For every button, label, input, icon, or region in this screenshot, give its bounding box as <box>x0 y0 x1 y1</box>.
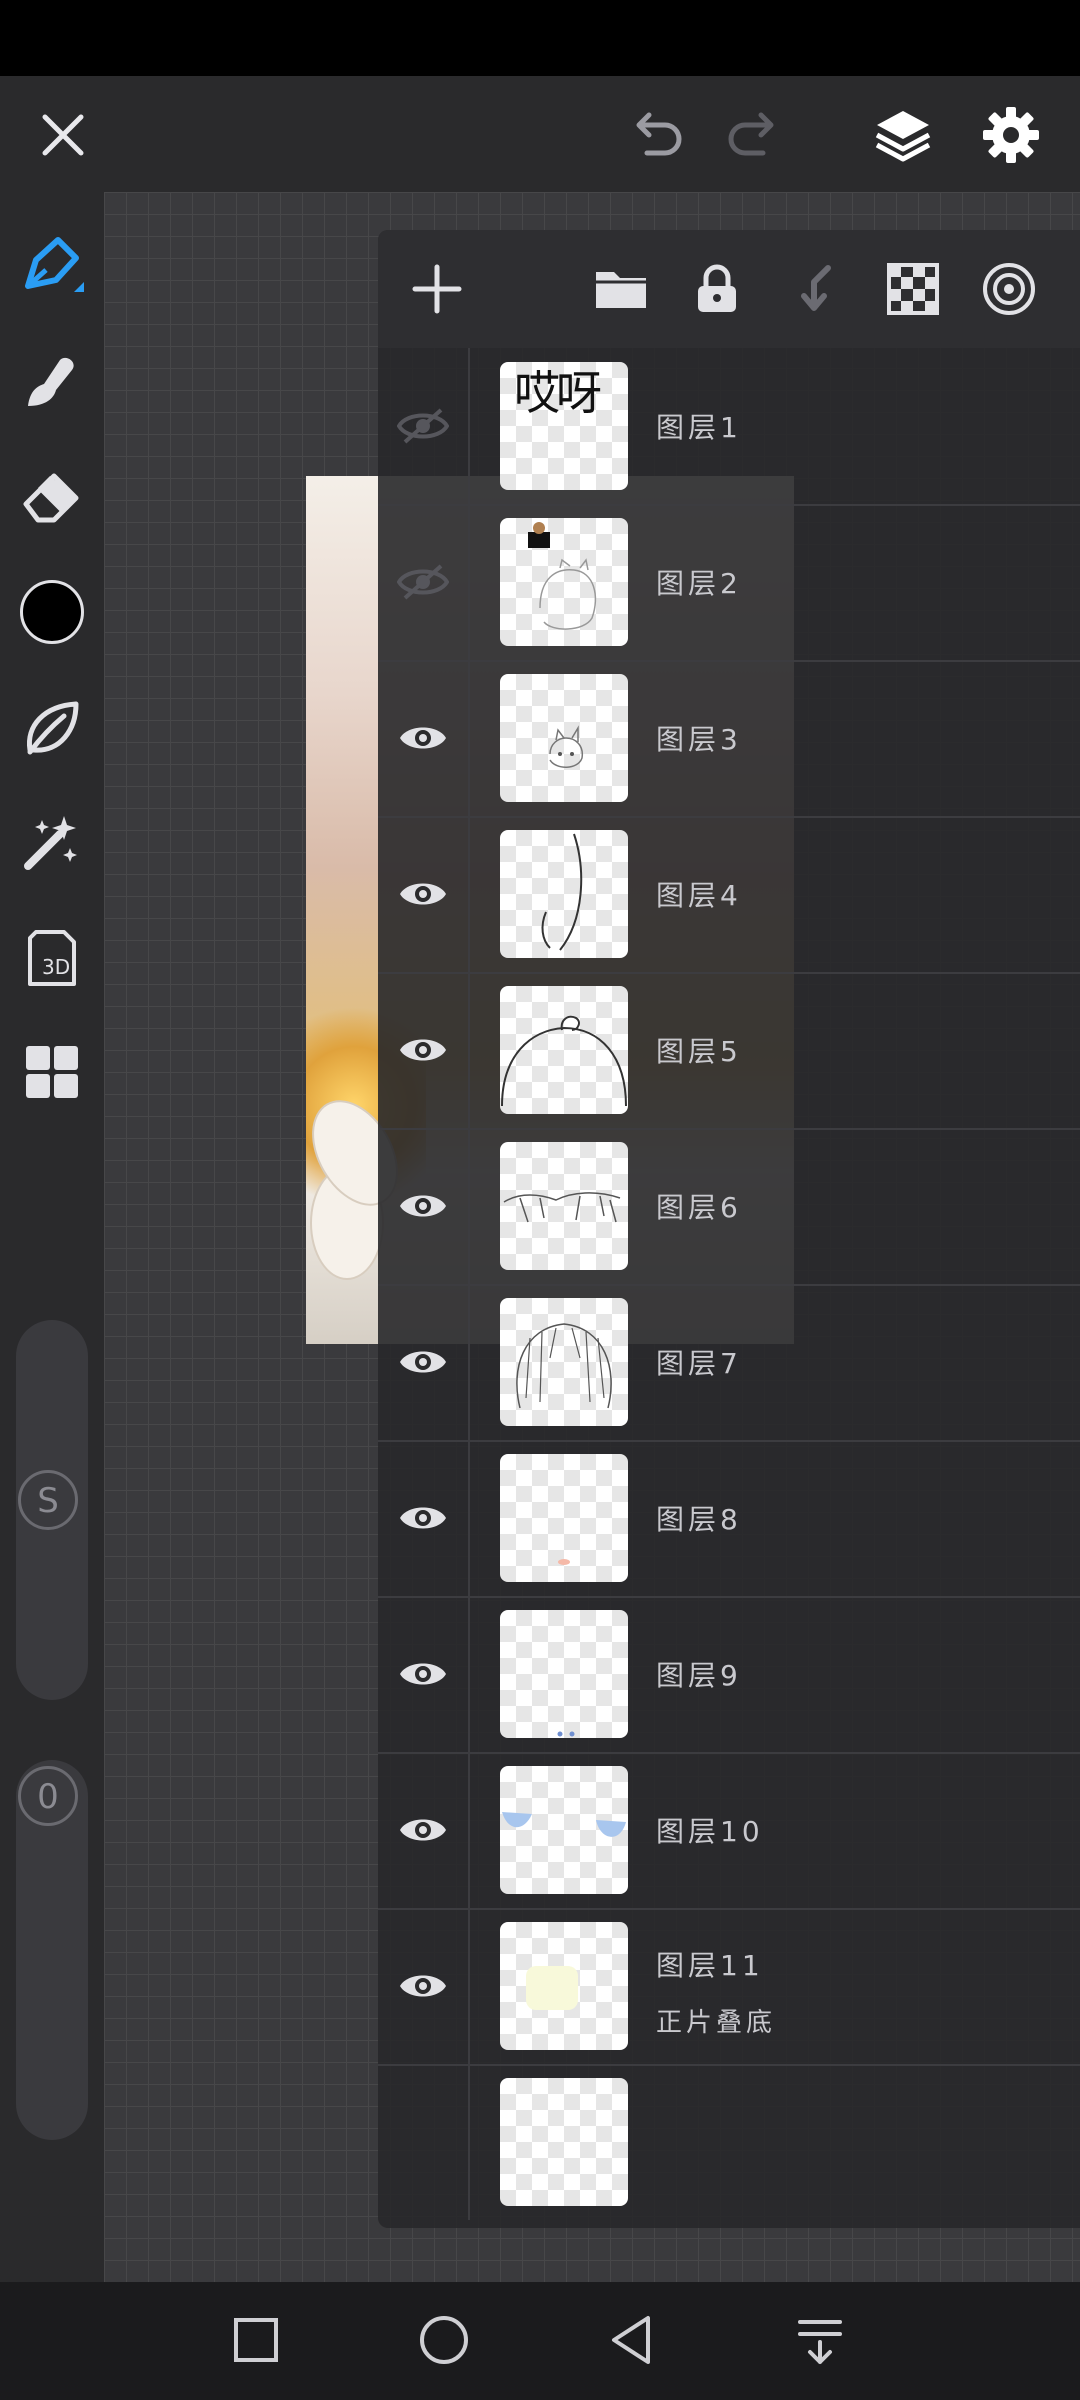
layer-thumbnail <box>500 830 628 958</box>
leaf-brush-icon[interactable] <box>14 690 90 766</box>
transparency-checker-icon[interactable] <box>880 256 946 322</box>
layer-name: 图层6 <box>656 1191 742 1224</box>
lock-icon[interactable] <box>684 256 750 322</box>
layer-row[interactable]: 图层3 <box>378 660 1080 818</box>
visibility-toggle[interactable] <box>378 1908 470 2064</box>
3d-icon[interactable]: 3D <box>14 920 90 996</box>
eye-hidden-icon <box>397 564 449 600</box>
size-badge: S <box>18 1470 78 1530</box>
layer-thumbnail <box>500 1922 628 2050</box>
eraser-icon[interactable] <box>14 458 90 534</box>
visibility-toggle[interactable] <box>378 1128 470 1284</box>
thumbnail-text: 哎呀 <box>514 366 602 420</box>
magic-wand-icon[interactable] <box>14 804 90 880</box>
layer-name: 图层8 <box>656 1503 742 1536</box>
layer-row[interactable]: 图层9 <box>378 1596 1080 1754</box>
layer-thumbnail <box>500 1610 628 1738</box>
layers-icon[interactable] <box>868 100 938 170</box>
eye-icon <box>400 1663 446 1685</box>
eye-icon <box>400 1039 446 1061</box>
visibility-toggle[interactable] <box>378 1596 470 1752</box>
layer-name: 图层10 <box>656 1815 764 1848</box>
layer-thumbnail <box>500 2078 628 2206</box>
redo-icon[interactable] <box>718 100 788 170</box>
grid-tiles-icon[interactable] <box>14 1034 90 1110</box>
square-icon[interactable] <box>220 2304 292 2376</box>
svg-text:3D: 3D <box>42 955 70 979</box>
layer-row[interactable]: 图层8 <box>378 1440 1080 1598</box>
layers-panel: 哎呀 图层1 图层2 图层3 图层4 图层5 图层6 图层7 图层8 图层9 图… <box>378 230 1080 2228</box>
layer-row[interactable]: 图层11 正片叠底 <box>378 1908 1080 2066</box>
layer-name: 图层5 <box>656 1035 742 1068</box>
system-nav-bar <box>0 2282 1080 2400</box>
eye-icon <box>400 727 446 749</box>
layer-row[interactable]: 图层7 <box>378 1284 1080 1442</box>
layer-thumbnail <box>500 674 628 802</box>
layer-thumbnail <box>500 1454 628 1582</box>
eye-hidden-icon <box>397 408 449 444</box>
layer-thumbnail <box>500 1298 628 1426</box>
eye-icon <box>400 1195 446 1217</box>
layer-name: 图层7 <box>656 1347 742 1380</box>
layer-row[interactable]: 图层5 <box>378 972 1080 1130</box>
visibility-toggle[interactable] <box>378 1440 470 1596</box>
layer-row[interactable]: 哎呀 图层1 <box>378 348 1080 506</box>
eye-icon <box>400 1507 446 1529</box>
visibility-toggle[interactable] <box>378 816 470 972</box>
layer-thumbnail <box>500 518 628 646</box>
visibility-toggle[interactable] <box>378 1752 470 1908</box>
back-triangle-icon[interactable] <box>596 2304 668 2376</box>
layer-name: 图层4 <box>656 879 742 912</box>
current-color <box>20 580 84 644</box>
layer-row[interactable]: 图层6 <box>378 1128 1080 1286</box>
layer-name: 图层11 <box>656 1949 764 1982</box>
layer-name: 图层9 <box>656 1659 742 1692</box>
pen-icon[interactable] <box>14 228 90 304</box>
layer-thumbnail <box>500 986 628 1114</box>
eye-icon <box>400 883 446 905</box>
menu-down-icon[interactable] <box>784 2304 856 2376</box>
layer-row[interactable]: 图层4 <box>378 816 1080 974</box>
layer-row[interactable] <box>378 2064 1080 2220</box>
add-layer-icon[interactable] <box>404 256 470 322</box>
layer-name: 图层3 <box>656 723 742 756</box>
layer-thumbnail <box>500 1142 628 1270</box>
undo-icon[interactable] <box>622 100 692 170</box>
layers-list: 哎呀 图层1 图层2 图层3 图层4 图层5 图层6 图层7 图层8 图层9 图… <box>378 348 1080 2228</box>
smudge-icon[interactable] <box>14 344 90 420</box>
visibility-toggle[interactable] <box>378 1284 470 1440</box>
visibility-toggle[interactable] <box>378 504 470 660</box>
eye-icon <box>400 1351 446 1373</box>
layer-thumbnail <box>500 1766 628 1894</box>
visibility-toggle[interactable] <box>378 660 470 816</box>
circle-icon[interactable] <box>408 2304 480 2376</box>
layer-row[interactable]: 图层2 <box>378 504 1080 662</box>
layer-thumbnail: 哎呀 <box>500 362 628 490</box>
layers-panel-header <box>378 230 1080 348</box>
visibility-toggle[interactable] <box>378 972 470 1128</box>
layer-name: 图层1 <box>656 411 742 444</box>
visibility-toggle[interactable] <box>378 348 470 504</box>
close-icon[interactable] <box>28 100 98 170</box>
visibility-toggle[interactable] <box>378 2064 470 2220</box>
eye-icon <box>400 1819 446 1841</box>
layer-row[interactable]: 图层10 <box>378 1752 1080 1910</box>
merge-down-icon[interactable] <box>784 256 850 322</box>
layer-name: 图层2 <box>656 567 742 600</box>
color-swatch[interactable] <box>14 574 90 650</box>
target-icon[interactable] <box>976 256 1042 322</box>
layer-blend-mode: 正片叠底 <box>656 2008 777 2038</box>
opacity-badge: 0 <box>18 1766 78 1826</box>
settings-icon[interactable] <box>976 100 1046 170</box>
status-bar <box>0 0 1080 76</box>
folder-icon[interactable] <box>588 256 654 322</box>
eye-icon <box>400 1975 446 1997</box>
